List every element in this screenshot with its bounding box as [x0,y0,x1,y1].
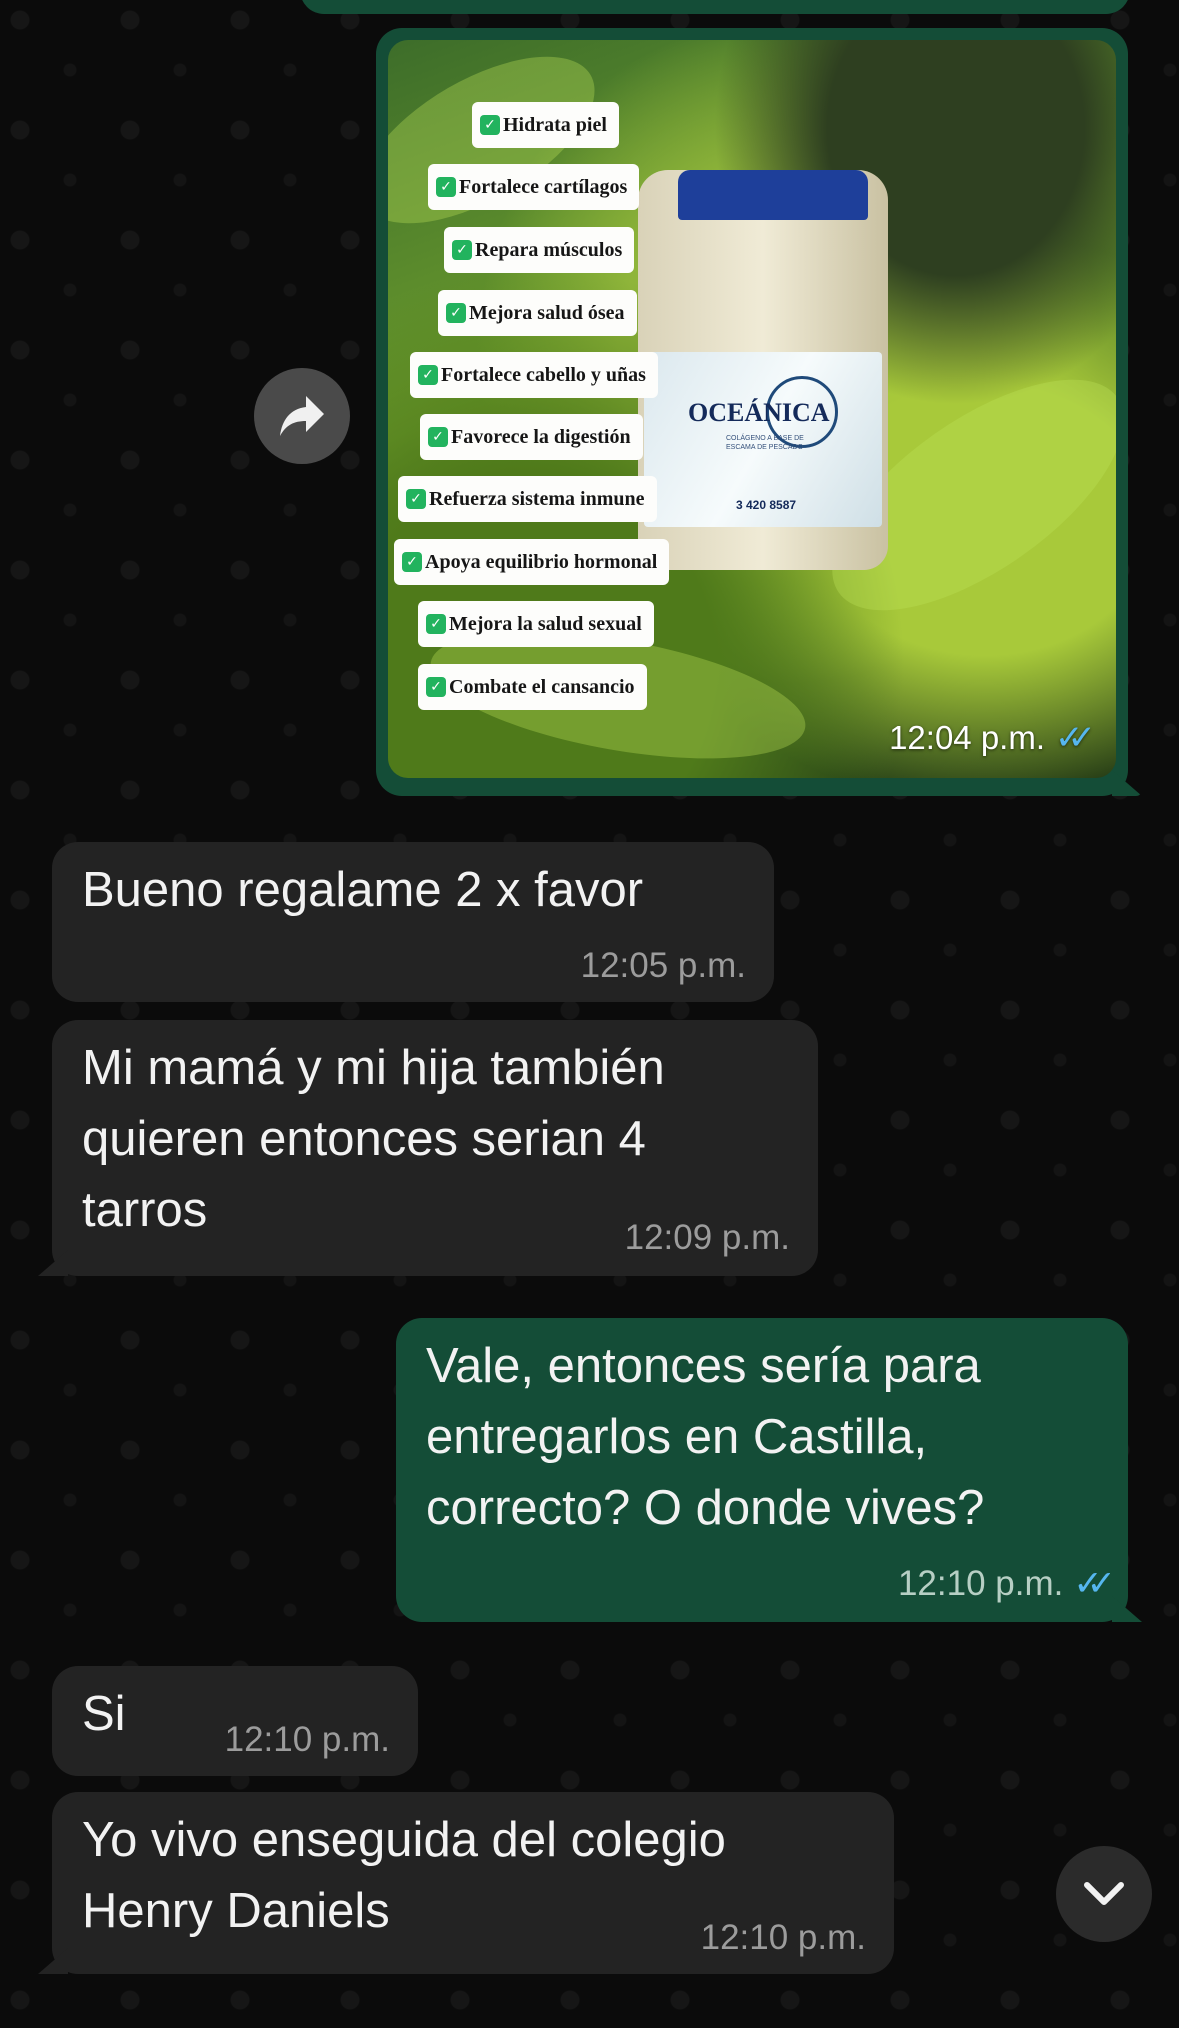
image-message-bubble[interactable]: OCEÁNICA COLÁGENO A BASE DE ESCAMA DE PE… [376,28,1142,796]
incoming-message[interactable]: Si 12:10 p.m. [52,1666,418,1776]
incoming-message[interactable]: Yo vivo enseguida del colegio Henry Dani… [38,1792,894,1974]
checkmark-icon: ✓ [446,303,466,323]
checkmark-icon: ✓ [406,489,426,509]
benefit-label: ✓ Repara músculos [444,227,635,273]
message-text: Si [82,1687,126,1741]
message-timestamp: 12:10 p.m. [700,1918,866,1957]
previous-message-bubble[interactable] [300,0,1130,14]
leaf-decor [388,40,621,257]
product-phone: 3 420 8587 [736,498,797,512]
checkmark-icon: ✓ [428,427,448,447]
message-text: Vale, entonces sería para entregarlos en… [426,1339,985,1535]
jar-lid [678,170,868,220]
benefit-label: ✓ Apoya equilibrio hormonal [394,539,670,585]
benefit-label: ✓ Refuerza sistema inmune [398,476,657,522]
message-timestamp: 12:10 p.m. [224,1720,390,1759]
forward-arrow-icon [280,396,324,436]
product-subtitle: COLÁGENO A BASE DE ESCAMA DE PESCADO [726,435,804,451]
double-check-read-icon: ✓✓ [1055,719,1096,757]
benefit-label: ✓ Combate el cansancio [418,664,647,710]
benefit-label: ✓ Fortalece cartílagos [428,164,640,210]
message-timestamp: 12:04 p.m. ✓✓ [889,719,1096,757]
product-brand: OCEÁNICA [688,398,830,427]
benefit-label: ✓ Mejora la salud sexual [418,601,654,647]
double-check-read-icon: ✓✓ [1073,1564,1115,1603]
message-text: Mi mamá y mi hija también quieren entonc… [82,1041,665,1237]
benefit-label: ✓ Mejora salud ósea [438,290,637,336]
message-timestamp: 12:05 p.m. [580,946,746,985]
checkmark-icon: ✓ [436,177,456,197]
checkmark-icon: ✓ [426,614,446,634]
checkmark-icon: ✓ [426,677,446,697]
benefit-label: ✓ Hidrata piel [472,102,619,148]
chevron-down-icon [1084,1882,1124,1905]
checkmark-icon: ✓ [452,240,472,260]
benefit-label: ✓ Fortalece cabello y uñas [410,352,658,398]
checkmark-icon: ✓ [402,552,422,572]
message-text: Yo vivo enseguida del colegio Henry Dani… [82,1813,726,1938]
outgoing-message[interactable]: Vale, entonces sería para entregarlos en… [396,1318,1142,1622]
forward-button[interactable] [254,368,350,464]
message-timestamp: 12:09 p.m. [624,1218,790,1257]
incoming-message[interactable]: Bueno regalame 2 x favor 12:05 p.m. [52,842,774,1002]
benefit-label: ✓ Favorece la digestión [420,414,643,460]
checkmark-icon: ✓ [418,365,438,385]
message-text: Bueno regalame 2 x favor [82,863,644,917]
message-timestamp: 12:10 p.m. ✓✓ [897,1564,1116,1603]
checkmark-icon: ✓ [480,115,500,135]
incoming-message[interactable]: Mi mamá y mi hija también quieren entonc… [38,1020,818,1276]
scroll-to-bottom-button[interactable] [1056,1846,1152,1942]
product-photo[interactable]: OCEÁNICA COLÁGENO A BASE DE ESCAMA DE PE… [388,40,1116,778]
